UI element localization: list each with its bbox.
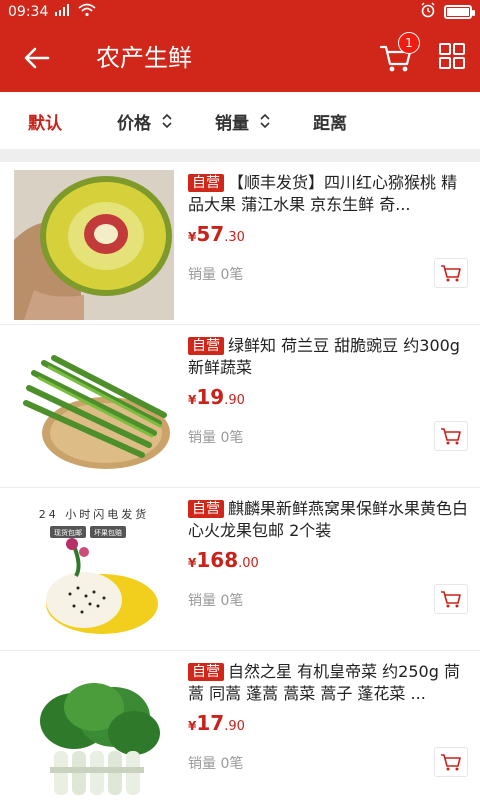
sort-tab-label: 价格 [117,113,151,134]
add-to-cart-button[interactable] [434,747,468,777]
battery-icon [444,5,475,19]
self-operated-badge: 自营 [188,174,224,192]
add-to-cart-button[interactable] [434,258,468,288]
sort-bar: 默认 价格 销量 距离 [0,92,480,150]
product-title: 【顺丰发货】四川红心猕猴桃 精品大果 蒲江水果 京东生鲜 奇... [188,173,458,214]
product-image-pitaya: 24 小时闪电发货 现货包邮 坏果包赔 [14,496,174,646]
product-sales: 销量 0笔 [188,430,244,446]
product-sales: 销量 0笔 [188,593,244,609]
sort-tab-label: 默认 [28,113,62,134]
sort-tab-sales[interactable]: 销量 [215,92,271,150]
page-title: 农产生鲜 [96,44,192,72]
product-title-block: 自营 绿鲜知 荷兰豆 甜脆豌豆 约300g 新鲜蔬菜 [188,335,468,379]
status-bar: 09:34 [0,0,480,24]
grid-icon [439,43,465,69]
status-time: 09:34 [8,4,49,20]
self-operated-badge: 自营 [188,337,224,355]
cart-icon [441,265,461,282]
image-caption: 24 小时闪电发货 [39,507,150,521]
grid-view-button[interactable] [438,42,466,70]
cart-icon [441,428,461,445]
product-title-block: 自营 麒麟果新鲜燕窝果保鲜水果黄色白心火龙果包邮 2个装 [188,498,468,542]
self-operated-badge: 自营 [188,500,224,518]
product-price: ¥17.90 [188,711,245,735]
product-item[interactable]: 自营 绿鲜知 荷兰豆 甜脆豌豆 约300g 新鲜蔬菜 ¥19.90 销量 0笔 [0,325,480,488]
product-item[interactable]: 自营 【顺丰发货】四川红心猕猴桃 精品大果 蒲江水果 京东生鲜 奇... ¥57.… [0,162,480,325]
alarm-icon [420,2,436,22]
product-title: 麒麟果新鲜燕窝果保鲜水果黄色白心火龙果包邮 2个装 [188,499,468,540]
product-price: ¥57.30 [188,222,245,246]
product-title: 绿鲜知 荷兰豆 甜脆豌豆 约300g 新鲜蔬菜 [188,336,460,377]
svg-text:现货包邮: 现货包邮 [54,528,82,537]
sort-updown-icon [162,113,172,129]
product-title-block: 自营 自然之星 有机皇帝菜 约250g 茼蒿 同蒿 蓬蒿 蒿菜 蒿子 蓬花菜 ..… [188,661,468,705]
add-to-cart-button[interactable] [434,584,468,614]
add-to-cart-button[interactable] [434,421,468,451]
divider [0,150,480,162]
product-image-greens [14,659,174,800]
self-operated-badge: 自营 [188,663,224,681]
wifi-icon [78,3,96,21]
sort-updown-icon [260,113,270,129]
sort-tab-label: 距离 [313,113,347,134]
cart-count-badge: 1 [398,32,420,54]
sort-tab-default[interactable]: 默认 [28,92,62,150]
app-bar: 农产生鲜 1 [0,24,480,92]
product-title: 自然之星 有机皇帝菜 约250g 茼蒿 同蒿 蓬蒿 蒿菜 蒿子 蓬花菜 ... [188,662,460,703]
cart-icon [441,754,461,771]
product-sales: 销量 0笔 [188,267,244,283]
product-image-kiwi [14,170,174,320]
product-price: ¥19.90 [188,385,245,409]
arrow-left-icon [24,47,50,69]
product-title-block: 自营 【顺丰发货】四川红心猕猴桃 精品大果 蒲江水果 京东生鲜 奇... [188,172,468,216]
back-button[interactable] [20,42,54,74]
product-item[interactable]: 24 小时闪电发货 现货包邮 坏果包赔 自营 麒麟果新鲜燕窝果保鲜水果黄色白心火… [0,488,480,651]
cart-icon [441,591,461,608]
sort-tab-distance[interactable]: 距离 [313,92,347,150]
product-item[interactable]: 自营 自然之星 有机皇帝菜 约250g 茼蒿 同蒿 蓬蒿 蒿菜 蒿子 蓬花菜 ..… [0,651,480,800]
sort-tab-label: 销量 [215,113,249,134]
product-list: 自营 【顺丰发货】四川红心猕猴桃 精品大果 蒲江水果 京东生鲜 奇... ¥57.… [0,162,480,800]
signal-icon [54,4,72,20]
product-price: ¥168.00 [188,548,259,572]
svg-text:坏果包赔: 坏果包赔 [94,528,122,537]
sort-tab-price[interactable]: 价格 [117,92,173,150]
product-sales: 销量 0笔 [188,756,244,772]
product-image-peas [14,333,174,483]
